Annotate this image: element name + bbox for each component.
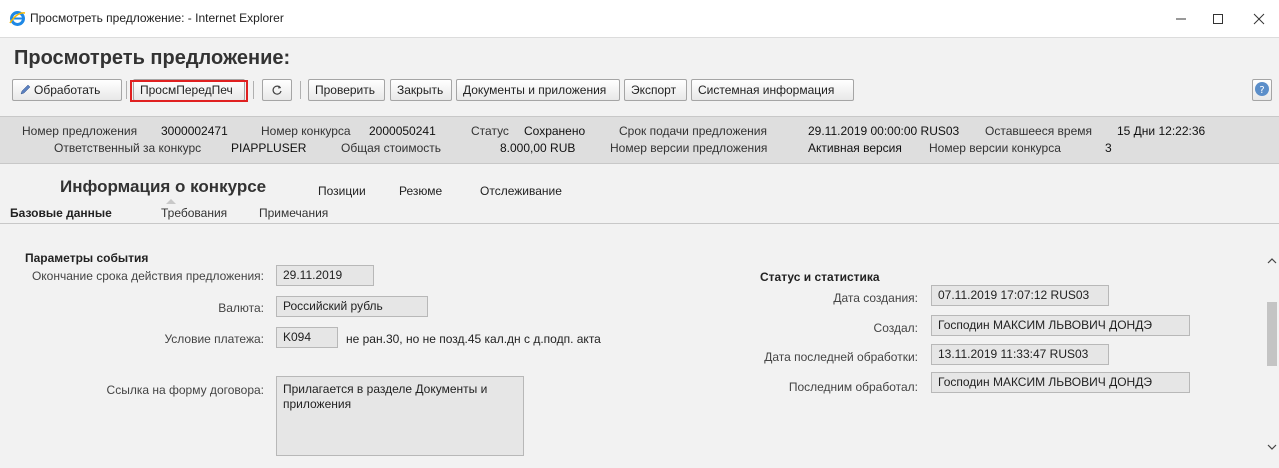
scroll-down-icon[interactable]: [1265, 440, 1279, 454]
toolbar-separator: [300, 81, 301, 99]
internet-explorer-icon: [9, 11, 26, 26]
last-edit-date-field[interactable]: 13.11.2019 11:33:47 RUS03: [931, 344, 1109, 365]
currency-field[interactable]: Российский рубль: [276, 296, 428, 317]
maximize-button[interactable]: [1204, 6, 1234, 32]
offer-info-bar: Номер предложения 3000002471 Номер конку…: [0, 116, 1279, 164]
created-date-field[interactable]: 07.11.2019 17:07:12 RUS03: [931, 285, 1109, 306]
check-button[interactable]: Проверить: [308, 79, 385, 101]
main-tabs: Информация о конкурсе Позиции Резюме Отс…: [0, 172, 1279, 204]
offer-number-label: Номер предложения: [22, 124, 138, 138]
toolbar: Обработать ПросмПередПеч Проверить Закры…: [12, 79, 1272, 101]
sub-tabs: Базовые данные Требования Примечания: [0, 204, 1279, 224]
subtab-requirements[interactable]: Требования: [161, 206, 227, 220]
contract-link-label: Ссылка на форму договора:: [106, 383, 264, 397]
responsible-value: PIAPPLUSER: [231, 141, 307, 155]
created-by-field[interactable]: Господин МАКСИМ ЛЬВОВИЧ ДОНДЭ: [931, 315, 1190, 336]
offer-number: 3000002471: [161, 124, 228, 138]
last-edit-date-label: Дата последней обработки:: [764, 350, 918, 364]
window-title-bar: Просмотреть предложение: - Internet Expl…: [0, 0, 1279, 38]
help-button[interactable]: ?: [1252, 79, 1272, 101]
system-info-button[interactable]: Системная информация: [691, 79, 854, 101]
tender-number: 2000050241: [369, 124, 436, 138]
currency-label: Валюта:: [218, 301, 264, 315]
created-date-label: Дата создания:: [833, 291, 918, 305]
total-cost-label: Общая стоимость: [341, 141, 441, 155]
offer-version-value: Активная версия: [808, 141, 902, 155]
event-params-title: Параметры события: [25, 251, 149, 265]
responsible-label: Ответственный за конкурс: [54, 141, 202, 155]
payment-terms-label: Условие платежа:: [164, 332, 264, 346]
tender-number-label: Номер конкурса: [261, 124, 351, 138]
scroll-up-icon[interactable]: [1265, 254, 1279, 268]
offer-version-label: Номер версии предложения: [610, 141, 768, 155]
contract-link-field[interactable]: Прилагается в разделе Документы и прилож…: [276, 376, 524, 456]
export-button[interactable]: Экспорт: [624, 79, 687, 101]
last-edited-by-label: Последним обработал:: [788, 380, 918, 394]
tab-summary[interactable]: Резюме: [399, 184, 442, 198]
close-document-button[interactable]: Закрыть: [390, 79, 452, 101]
help-icon: ?: [1255, 82, 1269, 96]
edit-button[interactable]: Обработать: [12, 79, 122, 101]
tender-version-label: Номер версии конкурса: [929, 141, 1061, 155]
deadline-label: Срок подачи предложения: [619, 124, 767, 138]
validity-end-field[interactable]: 29.11.2019: [276, 265, 374, 286]
maximize-icon: [1213, 14, 1223, 24]
payment-terms-text: не ран.30, но не позд.45 кал.дн с д.подп…: [346, 332, 601, 346]
minimize-button[interactable]: [1167, 6, 1197, 32]
subtab-notes[interactable]: Примечания: [259, 206, 328, 220]
toolbar-separator: [253, 81, 254, 99]
svg-text:?: ?: [1259, 85, 1264, 96]
remaining-time-label: Оставшееся время: [985, 124, 1093, 138]
tab-tracking[interactable]: Отслеживание: [480, 184, 562, 198]
scrollbar-thumb[interactable]: [1267, 302, 1277, 366]
status-value: Сохранено: [524, 124, 586, 138]
print-preview-button[interactable]: ПросмПередПеч: [133, 79, 245, 101]
remaining-time-value: 15 Дни 12:22:36: [1117, 124, 1206, 138]
app-header: Просмотреть предложение: Обработать Прос…: [0, 39, 1279, 107]
window-title: Просмотреть предложение: - Internet Expl…: [30, 11, 284, 25]
refresh-button[interactable]: [262, 79, 292, 101]
validity-end-label: Окончание срока действия предложения:: [31, 269, 264, 283]
total-cost-value: 8.000,00 RUB: [500, 141, 576, 155]
tab-tender-info[interactable]: Информация о конкурсе: [60, 177, 266, 197]
documents-button[interactable]: Документы и приложения: [456, 79, 620, 101]
pencil-icon: [20, 84, 31, 95]
refresh-icon: [272, 85, 282, 95]
created-by-label: Создал:: [873, 321, 918, 335]
tab-positions[interactable]: Позиции: [318, 184, 366, 198]
edit-label: Обработать: [34, 83, 101, 97]
content-area: Параметры события Окончание срока действ…: [0, 225, 1265, 468]
subtab-basic-data[interactable]: Базовые данные: [10, 206, 112, 220]
close-button[interactable]: [1245, 6, 1275, 32]
status-stats-title: Статус и статистика: [760, 270, 880, 284]
close-icon: [1253, 13, 1265, 25]
deadline-value: 29.11.2019 00:00:00 RUS03: [808, 124, 960, 138]
page-title: Просмотреть предложение:: [14, 47, 291, 69]
minimize-icon: [1176, 18, 1186, 20]
status-label: Статус: [471, 124, 509, 138]
tender-version-value: 3: [1105, 141, 1112, 155]
last-edited-by-field[interactable]: Господин МАКСИМ ЛЬВОВИЧ ДОНДЭ: [931, 372, 1190, 393]
payment-terms-code-field[interactable]: K094: [276, 327, 338, 348]
toolbar-separator: [126, 81, 127, 99]
